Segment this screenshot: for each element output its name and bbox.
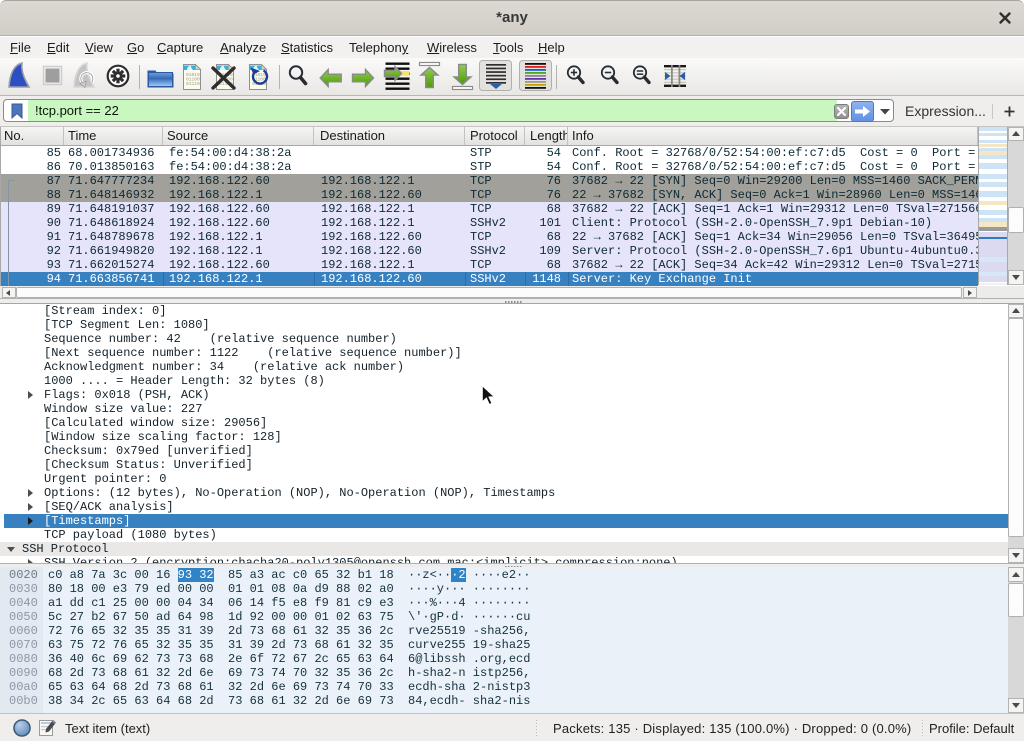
svg-text:01110: 01110 (186, 81, 200, 87)
